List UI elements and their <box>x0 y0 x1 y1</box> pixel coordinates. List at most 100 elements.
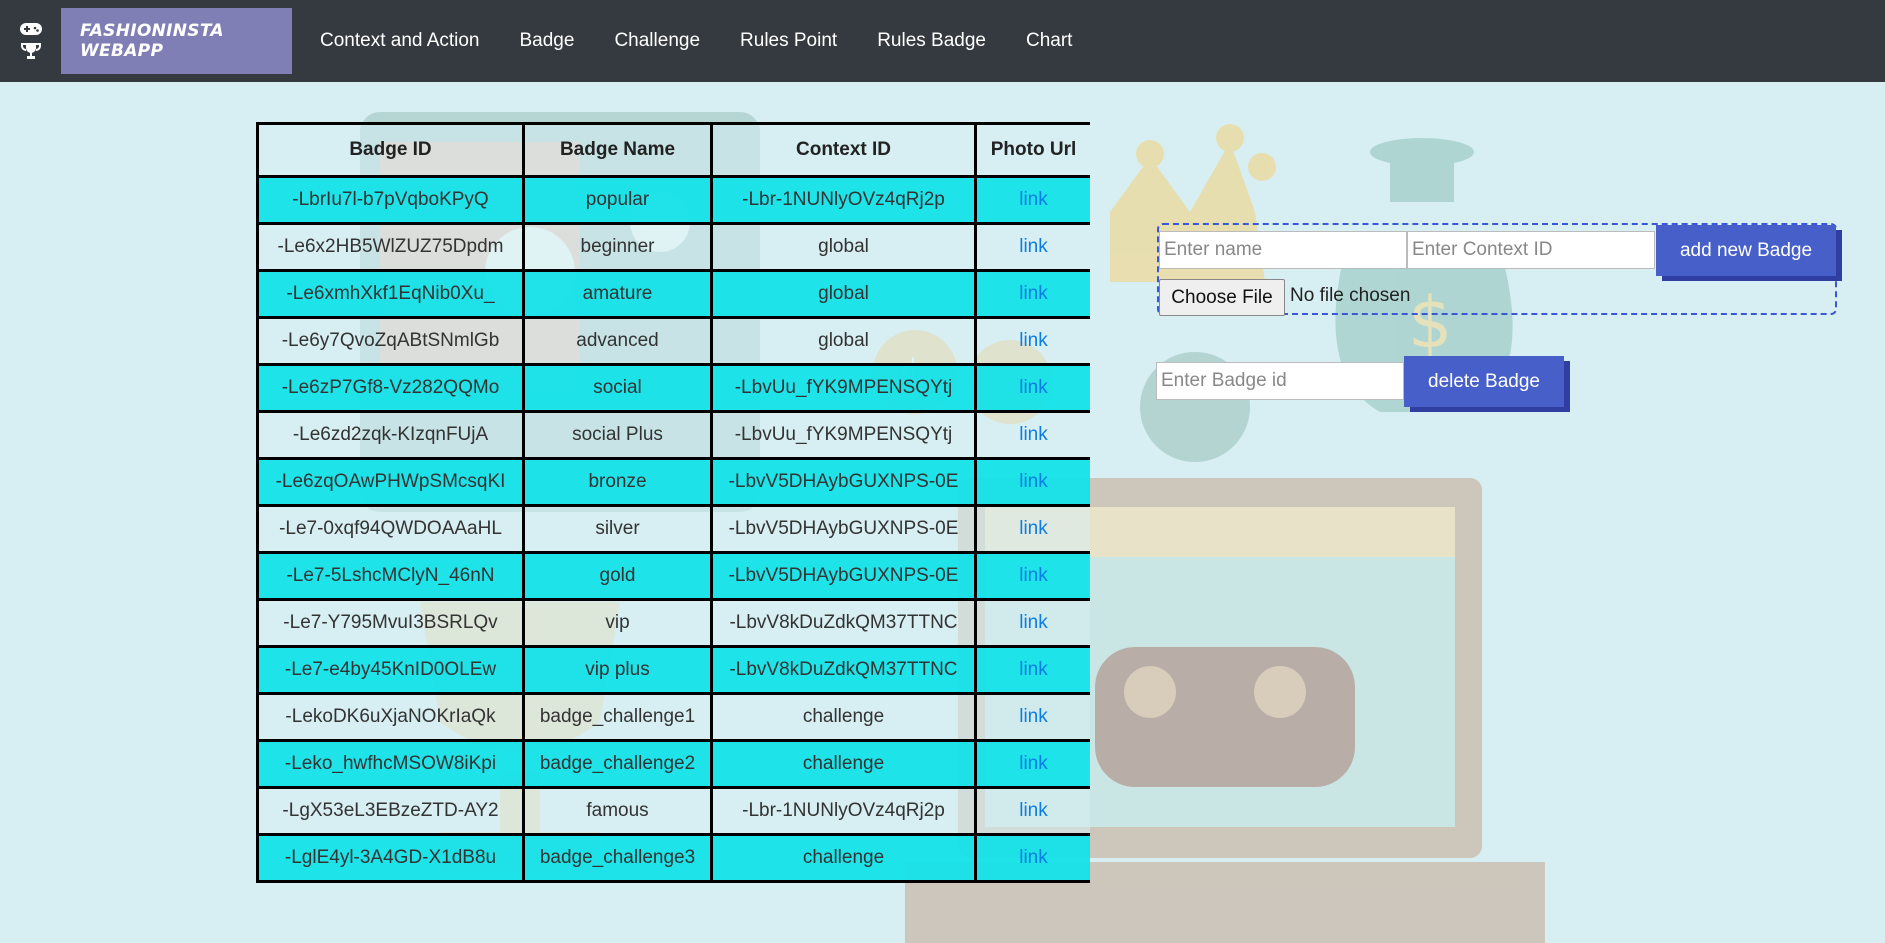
header-badge-name: Badge Name <box>522 122 713 178</box>
cell-photo-url: link <box>974 551 1090 601</box>
cell-badge-name: badge_challenge1 <box>522 692 713 742</box>
nav-link-chart[interactable]: Chart <box>1006 30 1092 52</box>
cell-badge-id: -LbrIu7l-b7pVqboKPyQ <box>256 175 525 225</box>
cell-photo-url: link <box>974 833 1090 883</box>
photo-link[interactable]: link <box>1019 518 1048 539</box>
photo-link[interactable]: link <box>1019 236 1048 257</box>
header-photo-url: Photo Url <box>974 122 1090 178</box>
cell-photo-url: link <box>974 175 1090 225</box>
nav-link-badge[interactable]: Badge <box>500 30 595 52</box>
photo-link[interactable]: link <box>1019 659 1048 680</box>
photo-link[interactable]: link <box>1019 800 1048 821</box>
header-context-id: Context ID <box>710 122 977 178</box>
table-row: -Le6zP7Gf8-Vz282QQMo social -LbvUu_fYK9M… <box>256 363 1090 413</box>
cell-badge-id: -Le6xmhXkf1EqNib0Xu_ <box>256 269 525 319</box>
choose-file-button[interactable]: Choose File <box>1159 279 1285 316</box>
photo-link[interactable]: link <box>1019 706 1048 727</box>
photo-link[interactable]: link <box>1019 330 1048 351</box>
photo-link[interactable]: link <box>1019 565 1048 586</box>
cell-badge-id: -Le6zd2zqk-KIzqnFUjA <box>256 410 525 460</box>
nav-icon-group <box>0 0 61 82</box>
table-row: -Le7-5LshcMClyN_46nN gold -LbvV5DHAybGUX… <box>256 551 1090 601</box>
photo-link[interactable]: link <box>1019 847 1048 868</box>
photo-link[interactable]: link <box>1019 377 1048 398</box>
cell-badge-name: social <box>522 363 713 413</box>
context-id-input[interactable] <box>1407 231 1655 269</box>
cell-badge-name: vip <box>522 598 713 648</box>
cell-badge-id: -Le7-0xqf94QWDOAAaHL <box>256 504 525 554</box>
cell-photo-url: link <box>974 504 1090 554</box>
cell-badge-id: -Le7-5LshcMClyN_46nN <box>256 551 525 601</box>
cell-photo-url: link <box>974 316 1090 366</box>
cell-badge-name: vip plus <box>522 645 713 695</box>
cell-badge-id: -Le6x2HB5WlZUZ75Dpdm <box>256 222 525 272</box>
cell-context-id: -LbvV8kDuZdkQM37TTNC <box>710 645 977 695</box>
cell-photo-url: link <box>974 363 1090 413</box>
photo-link[interactable]: link <box>1019 189 1048 210</box>
table-row: -Le7-0xqf94QWDOAAaHL silver -LbvV5DHAybG… <box>256 504 1090 554</box>
file-status-text: No file chosen <box>1290 285 1411 306</box>
cell-badge-id: -LglE4yl-3A4GD-X1dB8u <box>256 833 525 883</box>
cell-photo-url: link <box>974 739 1090 789</box>
photo-link[interactable]: link <box>1019 471 1048 492</box>
cell-badge-id: -Le7-Y795MvuI3BSRLQv <box>256 598 525 648</box>
table-row: -Le6zqOAwPHWpSMcsqKI bronze -LbvV5DHAybG… <box>256 457 1090 507</box>
header-badge-id: Badge ID <box>256 122 525 178</box>
cell-photo-url: link <box>974 645 1090 695</box>
badge-table-container: Badge ID Badge Name Context ID Photo Url… <box>256 122 1090 943</box>
table-header-row: Badge ID Badge Name Context ID Photo Url <box>256 122 1090 178</box>
cell-badge-id: -Le7-e4by45KnID0OLEw <box>256 645 525 695</box>
cell-context-id: global <box>710 269 977 319</box>
cell-context-id: challenge <box>710 833 977 883</box>
cell-context-id: -Lbr-1NUNlyOVz4qRj2p <box>710 786 977 836</box>
table-row: -Le6y7QvoZqABtSNmlGb advanced global lin… <box>256 316 1090 366</box>
cell-badge-name: social Plus <box>522 410 713 460</box>
add-badge-button[interactable]: add new Badge <box>1656 225 1836 276</box>
cell-badge-name: advanced <box>522 316 713 366</box>
cell-context-id: challenge <box>710 739 977 789</box>
nav-link-context-and-action[interactable]: Context and Action <box>300 30 500 52</box>
cell-photo-url: link <box>974 222 1090 272</box>
nav-link-challenge[interactable]: Challenge <box>594 30 720 52</box>
nav-links: Context and Action Badge Challenge Rules… <box>300 30 1092 52</box>
cell-badge-id: -LekoDK6uXjaNOKrIaQk <box>256 692 525 742</box>
cell-badge-id: -Le6y7QvoZqABtSNmlGb <box>256 316 525 366</box>
photo-link[interactable]: link <box>1019 612 1048 633</box>
badge-table: Badge ID Badge Name Context ID Photo Url… <box>256 122 1090 883</box>
badge-name-input[interactable] <box>1159 231 1407 269</box>
cell-context-id: -LbvV5DHAybGUXNPS-0E <box>710 457 977 507</box>
table-row: -Le7-e4by45KnID0OLEw vip plus -LbvV8kDuZ… <box>256 645 1090 695</box>
table-row: -LgX53eL3EBzeZTD-AY2 famous -Lbr-1NUNlyO… <box>256 786 1090 836</box>
table-row: -Le6xmhXkf1EqNib0Xu_ amature global link <box>256 269 1090 319</box>
top-navbar: FASHIONINSTA WEBAPP Context and Action B… <box>0 0 1885 82</box>
cell-badge-name: popular <box>522 175 713 225</box>
cell-context-id: -LbvV8kDuZdkQM37TTNC <box>710 598 977 648</box>
cell-badge-name: amature <box>522 269 713 319</box>
gamepad-icon <box>19 23 42 35</box>
cell-photo-url: link <box>974 598 1090 648</box>
cell-context-id: -LbvUu_fYK9MPENSQYtj <box>710 410 977 460</box>
cell-context-id: -LbvV5DHAybGUXNPS-0E <box>710 504 977 554</box>
photo-link[interactable]: link <box>1019 753 1048 774</box>
table-row: -Leko_hwfhcMSOW8iKpi badge_challenge2 ch… <box>256 739 1090 789</box>
delete-badge-button[interactable]: delete Badge <box>1404 356 1564 407</box>
cell-context-id: -Lbr-1NUNlyOVz4qRj2p <box>710 175 977 225</box>
cell-badge-id: -Le6zqOAwPHWpSMcsqKI <box>256 457 525 507</box>
cell-badge-name: badge_challenge3 <box>522 833 713 883</box>
cell-photo-url: link <box>974 457 1090 507</box>
nav-link-rules-badge[interactable]: Rules Badge <box>857 30 1006 52</box>
nav-link-rules-point[interactable]: Rules Point <box>720 30 857 52</box>
photo-link[interactable]: link <box>1019 424 1048 445</box>
cell-badge-name: gold <box>522 551 713 601</box>
cell-badge-name: famous <box>522 786 713 836</box>
cell-badge-name: bronze <box>522 457 713 507</box>
photo-link[interactable]: link <box>1019 283 1048 304</box>
brand-logo[interactable]: FASHIONINSTA WEBAPP <box>61 8 292 74</box>
cell-photo-url: link <box>974 786 1090 836</box>
table-row: -LbrIu7l-b7pVqboKPyQ popular -Lbr-1NUNly… <box>256 175 1090 225</box>
cell-context-id: global <box>710 222 977 272</box>
cell-context-id: global <box>710 316 977 366</box>
badge-id-input[interactable] <box>1156 362 1404 400</box>
cell-photo-url: link <box>974 410 1090 460</box>
cell-photo-url: link <box>974 692 1090 742</box>
